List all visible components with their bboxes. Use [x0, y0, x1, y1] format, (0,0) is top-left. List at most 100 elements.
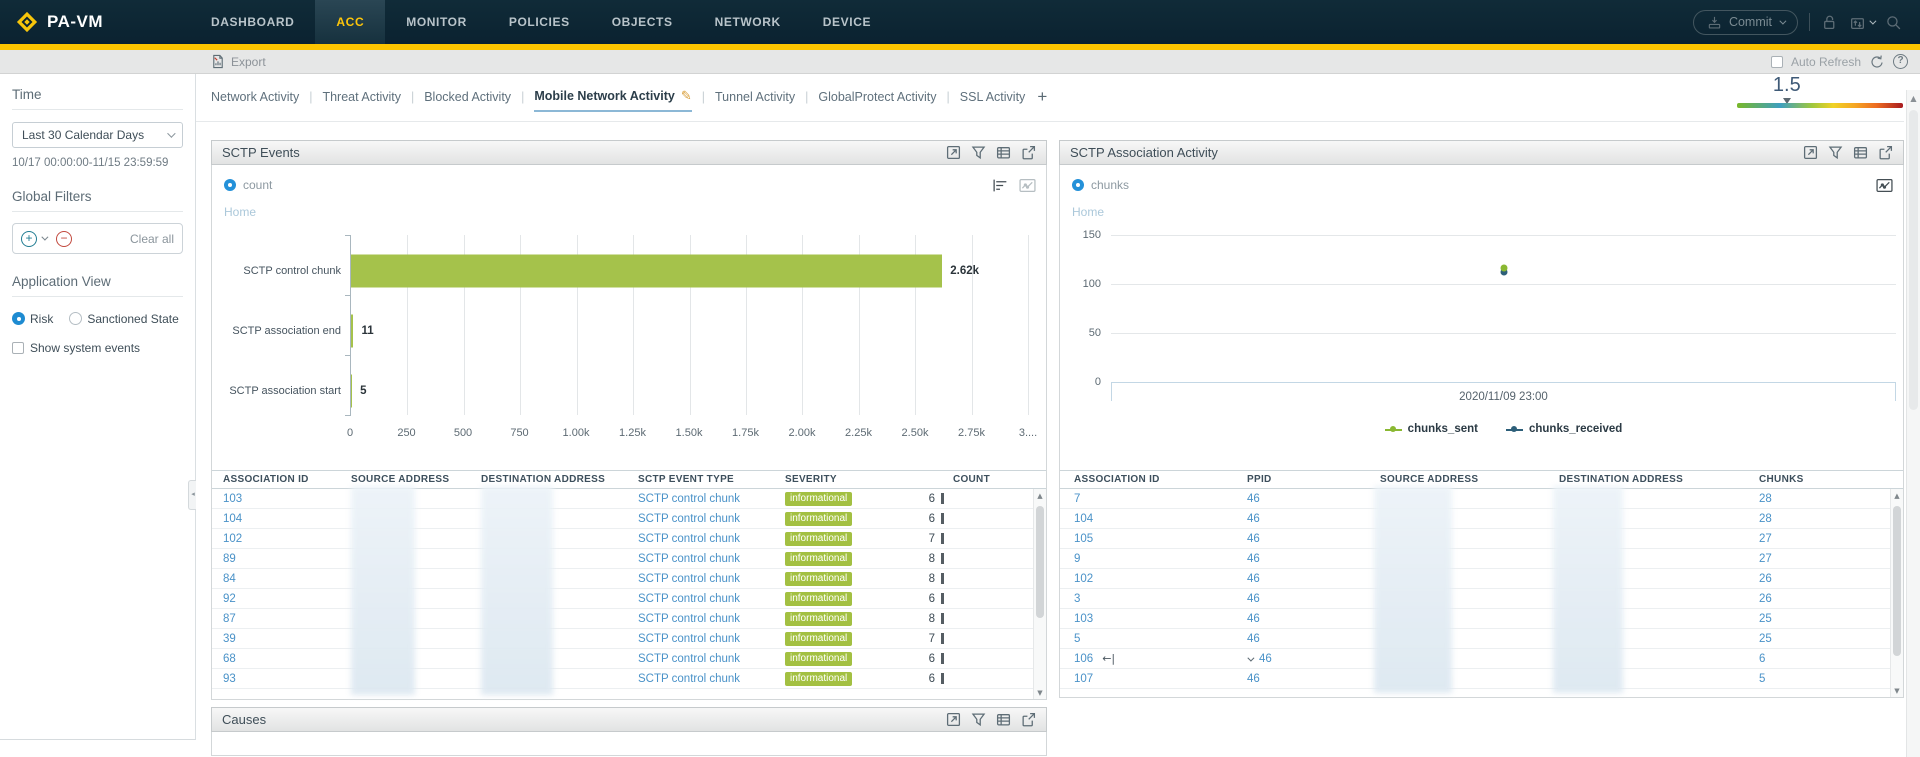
association-id-link[interactable]: 105: [1074, 533, 1093, 545]
filter-icon[interactable]: [1828, 145, 1843, 160]
sctp-event-type-link[interactable]: SCTP control chunk: [638, 513, 740, 525]
breadcrumb[interactable]: Home: [1072, 205, 1104, 219]
sctp-event-type-link[interactable]: SCTP control chunk: [638, 493, 740, 505]
chunks-link[interactable]: 28: [1759, 513, 1772, 525]
jump-to-logs-icon[interactable]: [1021, 712, 1036, 727]
association-id-link[interactable]: 102: [223, 533, 242, 545]
chunks-link[interactable]: 26: [1759, 573, 1772, 585]
ppid-link[interactable]: 46: [1247, 633, 1260, 645]
maximize-icon[interactable]: [1803, 145, 1818, 160]
legend-item-chunks_sent[interactable]: chunks_sent: [1385, 423, 1478, 435]
auto-refresh-checkbox[interactable]: [1771, 56, 1783, 68]
nav-item-policies[interactable]: POLICIES: [488, 0, 591, 44]
association-id-link[interactable]: 107: [1074, 673, 1093, 685]
scroll-up-icon[interactable]: ▲: [1891, 489, 1903, 500]
chevron-down-icon[interactable]: [1247, 654, 1254, 661]
export-button[interactable]: Export: [211, 54, 266, 69]
sctp-event-type-link[interactable]: SCTP control chunk: [638, 553, 740, 565]
help-icon[interactable]: ?: [1893, 54, 1908, 69]
ppid-link[interactable]: 46: [1247, 593, 1260, 605]
ppid-link[interactable]: 46: [1247, 493, 1260, 505]
legend-item-chunks_received[interactable]: chunks_received: [1506, 423, 1622, 435]
bar[interactable]: [351, 255, 942, 288]
association-id-link[interactable]: 5: [1074, 633, 1080, 645]
nav-item-dashboard[interactable]: DASHBOARD: [190, 0, 315, 44]
table-view-icon[interactable]: [996, 145, 1011, 160]
ppid-link[interactable]: 46: [1247, 573, 1260, 585]
chunks-link[interactable]: 25: [1759, 633, 1772, 645]
scroll-up-icon[interactable]: ▲: [1907, 90, 1920, 103]
table-scrollbar[interactable]: ▲ ▼: [1033, 489, 1046, 699]
association-id-link[interactable]: 104: [1074, 513, 1093, 525]
chunks-link[interactable]: 26: [1759, 593, 1772, 605]
association-id-link[interactable]: 7: [1074, 493, 1080, 505]
chunks-link[interactable]: 5: [1759, 673, 1765, 685]
sctp-event-type-link[interactable]: SCTP control chunk: [638, 653, 740, 665]
association-id-link[interactable]: 3: [1074, 593, 1080, 605]
unlock-icon[interactable]: [1821, 14, 1838, 31]
add-tab-button[interactable]: +: [1037, 87, 1047, 113]
tab-globalprotect-activity[interactable]: GlobalProtect Activity: [818, 90, 936, 110]
column-header[interactable]: PPID: [1247, 474, 1380, 485]
nav-item-monitor[interactable]: MONITOR: [385, 0, 488, 44]
ppid-link[interactable]: 46: [1247, 553, 1260, 565]
metric-radio-icon[interactable]: [224, 179, 236, 191]
association-id-link[interactable]: 102: [1074, 573, 1093, 585]
association-id-link[interactable]: 87: [223, 613, 236, 625]
risk-radio[interactable]: Risk: [12, 310, 53, 328]
chunks-link[interactable]: 25: [1759, 613, 1772, 625]
remove-filter-button[interactable]: −: [56, 231, 72, 247]
table-view-icon[interactable]: [996, 712, 1011, 727]
maximize-icon[interactable]: [946, 712, 961, 727]
time-range-select[interactable]: Last 30 Calendar Days: [12, 122, 183, 148]
data-point-chunks_sent[interactable]: [1500, 265, 1507, 272]
ppid-link[interactable]: 46: [1247, 613, 1260, 625]
clear-all-button[interactable]: Clear all: [130, 232, 174, 246]
tab-threat-activity[interactable]: Threat Activity: [322, 90, 401, 110]
scrollbar-thumb[interactable]: [1036, 506, 1044, 618]
show-system-events-checkbox-row[interactable]: Show system events: [12, 341, 183, 355]
tab-network-activity[interactable]: Network Activity: [211, 90, 299, 110]
association-id-link[interactable]: 92: [223, 593, 236, 605]
column-header[interactable]: SEVERITY: [785, 474, 905, 485]
tab-ssl-activity[interactable]: SSL Activity: [960, 90, 1026, 110]
ppid-link[interactable]: 46: [1247, 533, 1260, 545]
scroll-down-icon[interactable]: ▼: [1891, 687, 1903, 695]
nav-item-device[interactable]: DEVICE: [802, 0, 892, 44]
scrollbar-thumb[interactable]: [1893, 506, 1901, 656]
association-id-link[interactable]: 103: [1074, 613, 1093, 625]
sctp-event-type-link[interactable]: SCTP control chunk: [638, 573, 740, 585]
chunks-link[interactable]: 6: [1759, 653, 1765, 665]
jump-to-logs-icon[interactable]: [1021, 145, 1036, 160]
association-id-link[interactable]: 93: [223, 673, 236, 685]
line-chart-toggle-icon[interactable]: [1019, 178, 1036, 193]
association-id-link[interactable]: 84: [223, 573, 236, 585]
filter-icon[interactable]: [971, 712, 986, 727]
column-header[interactable]: COUNT: [905, 474, 1030, 485]
page-scrollbar[interactable]: ▲: [1906, 90, 1920, 757]
bar[interactable]: [351, 375, 352, 408]
line-chart-toggle-icon[interactable]: [1876, 178, 1893, 193]
ppid-link[interactable]: 46: [1247, 673, 1260, 685]
association-id-link[interactable]: 103: [223, 493, 242, 505]
tab-tunnel-activity[interactable]: Tunnel Activity: [715, 90, 795, 110]
sctp-event-type-link[interactable]: SCTP control chunk: [638, 593, 740, 605]
tab-mobile-network-activity[interactable]: Mobile Network Activity✎: [534, 89, 691, 112]
refresh-icon[interactable]: [1869, 54, 1885, 70]
table-scrollbar[interactable]: ▲ ▼: [1890, 489, 1903, 697]
ppid-link[interactable]: 46: [1247, 513, 1260, 525]
table-view-icon[interactable]: [1853, 145, 1868, 160]
column-header[interactable]: SOURCE ADDRESS: [1380, 474, 1559, 485]
filter-icon[interactable]: [971, 145, 986, 160]
column-header[interactable]: ASSOCIATION ID: [1074, 474, 1247, 485]
column-header[interactable]: SOURCE ADDRESS: [351, 474, 481, 485]
show-system-events-checkbox[interactable]: [12, 342, 24, 354]
nav-item-network[interactable]: NETWORK: [694, 0, 802, 44]
breadcrumb[interactable]: Home: [224, 205, 256, 219]
column-header[interactable]: ASSOCIATION ID: [223, 474, 351, 485]
bar-chart-toggle-icon[interactable]: [992, 178, 1009, 193]
association-id-link[interactable]: 104: [223, 513, 242, 525]
sctp-event-type-link[interactable]: SCTP control chunk: [638, 613, 740, 625]
chunks-link[interactable]: 27: [1759, 533, 1772, 545]
ppid-link[interactable]: 46: [1259, 653, 1272, 665]
